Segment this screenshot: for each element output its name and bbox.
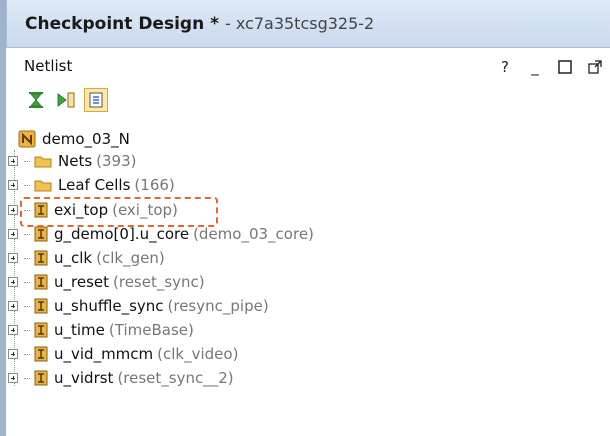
expand-icon[interactable] <box>8 156 18 166</box>
folder-icon <box>34 180 52 192</box>
window-title: Checkpoint Design * <box>25 13 219 34</box>
selection-highlight <box>20 197 218 227</box>
expand-icon[interactable] <box>8 325 18 335</box>
collapse-all-icon <box>29 92 43 108</box>
item-detail: (resync_pipe) <box>167 297 269 315</box>
item-detail: (reset_sync__2) <box>117 369 234 387</box>
maximize-button[interactable] <box>556 58 574 76</box>
tree-item-leaf-cells[interactable]: Leaf Cells (166) <box>8 174 175 196</box>
tree-connector <box>24 233 30 235</box>
panel-title: Netlist <box>24 57 73 75</box>
netlist-root-icon <box>18 130 36 148</box>
cell-icon <box>34 298 48 314</box>
expand-icon[interactable] <box>8 253 18 263</box>
tree-item-nets[interactable]: Nets (393) <box>8 150 137 172</box>
item-detail: (166) <box>134 176 175 194</box>
cell-icon <box>34 322 48 338</box>
cell-icon <box>34 370 48 386</box>
expand-selected-button[interactable] <box>54 88 78 112</box>
netlist-tree: demo_03_N <box>18 128 130 150</box>
item-name: u_shuffle_sync <box>54 297 164 315</box>
tree-connector <box>24 329 30 331</box>
item-name: u_time <box>54 321 105 339</box>
item-detail: (clk_video) <box>157 345 239 363</box>
tree-connector <box>24 184 30 186</box>
minimize-button[interactable]: _ <box>526 58 544 76</box>
tree-connector <box>24 353 30 355</box>
item-name: u_vid_mmcm <box>54 345 154 363</box>
item-name: u_clk <box>54 249 93 267</box>
tree-connector <box>24 257 30 259</box>
show-hierarchy-icon <box>89 92 103 108</box>
tree-root[interactable]: demo_03_N <box>18 128 130 150</box>
tree-item-u-vid-mmcm[interactable]: u_vid_mmcm (clk_video) <box>8 343 238 365</box>
tree-connector <box>24 377 30 379</box>
tree-connector <box>24 160 30 162</box>
item-name: u_reset <box>54 273 109 291</box>
title-bar: Checkpoint Design * - xc7a35tcsg325-2 <box>6 0 610 48</box>
cell-icon <box>34 274 48 290</box>
expand-icon[interactable] <box>8 205 18 215</box>
item-name: Leaf Cells <box>58 176 131 194</box>
item-name: u_vidrst <box>54 369 114 387</box>
expand-icon[interactable] <box>8 301 18 311</box>
tree-item-u-vidrst[interactable]: u_vidrst (reset_sync__2) <box>8 367 234 389</box>
tree-item-u-clk[interactable]: u_clk (clk_gen) <box>8 247 165 269</box>
collapse-all-button[interactable] <box>24 88 48 112</box>
expand-icon[interactable] <box>8 277 18 287</box>
tree-item-u-shuffle-sync[interactable]: u_shuffle_sync (resync_pipe) <box>8 295 269 317</box>
help-button[interactable]: ? <box>496 58 514 76</box>
cell-icon <box>34 226 48 242</box>
tree-item-u-time[interactable]: u_time (TimeBase) <box>8 319 194 341</box>
panel-controls: ? _ <box>496 58 604 76</box>
show-hierarchy-button[interactable] <box>84 88 108 112</box>
window-subtitle: - xc7a35tcsg325-2 <box>224 14 375 33</box>
item-detail: (reset_sync) <box>113 273 205 291</box>
folder-icon <box>34 156 52 168</box>
maximize-icon <box>558 60 572 74</box>
expand-icon[interactable] <box>8 180 18 190</box>
expand-icon[interactable] <box>8 229 18 239</box>
expand-selected-icon <box>57 92 75 108</box>
item-name: g_demo[0].u_core <box>54 225 190 243</box>
item-detail: (clk_gen) <box>96 249 165 267</box>
item-detail: (TimeBase) <box>108 321 194 339</box>
expand-icon[interactable] <box>8 373 18 383</box>
checkpoint-window: Checkpoint Design * - xc7a35tcsg325-2 Ne… <box>0 0 610 436</box>
netlist-toolbar <box>24 88 108 112</box>
float-window-icon <box>588 60 602 74</box>
tree-connector <box>24 281 30 283</box>
tree-connector <box>24 305 30 307</box>
tree-item-u-reset[interactable]: u_reset (reset_sync) <box>8 271 205 293</box>
expand-icon[interactable] <box>8 349 18 359</box>
item-detail: (demo_03_core) <box>193 225 314 243</box>
item-detail: (393) <box>96 152 137 170</box>
cell-icon <box>34 250 48 266</box>
float-button[interactable] <box>586 58 604 76</box>
cell-icon <box>34 346 48 362</box>
root-label: demo_03_N <box>42 130 130 148</box>
item-name: Nets <box>58 152 93 170</box>
